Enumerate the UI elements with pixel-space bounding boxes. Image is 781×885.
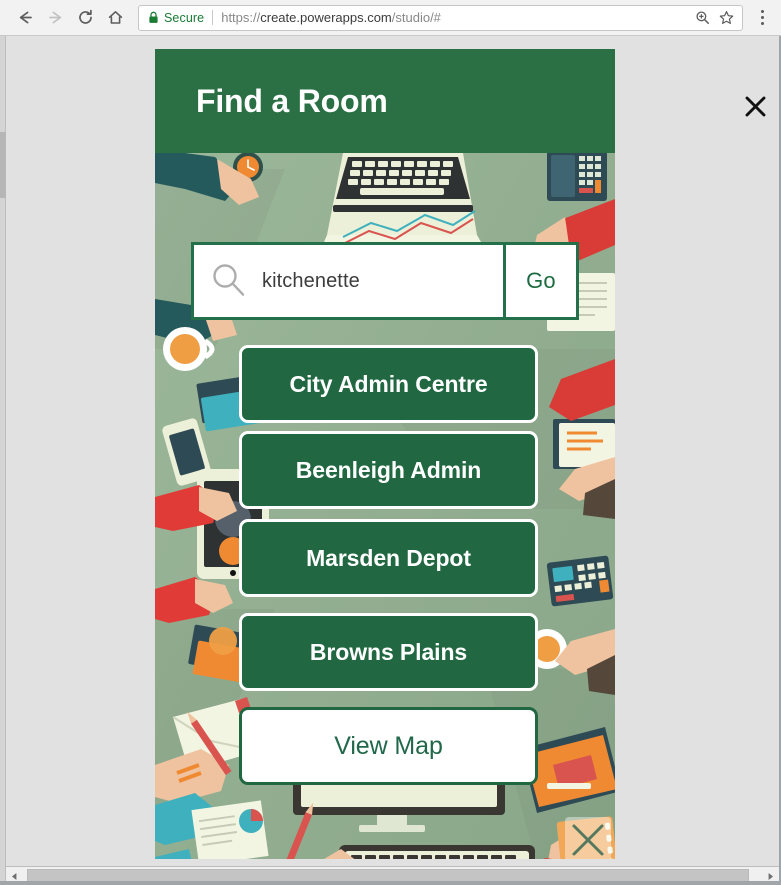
view-map-button-label: View Map <box>334 731 443 760</box>
location-button-label: City Admin Centre <box>289 370 488 397</box>
reload-button[interactable] <box>70 3 100 33</box>
browser-window: Secure https://create.powerapps.com/stud… <box>0 0 781 885</box>
location-button-label: Marsden Depot <box>306 544 471 571</box>
x-watermark-icon <box>565 817 611 859</box>
url-host: create.powerapps.com <box>260 10 392 25</box>
go-button[interactable]: Go <box>503 242 579 320</box>
page-title: Find a Room <box>196 83 388 119</box>
location-button-beenleigh-admin[interactable]: Beenleigh Admin <box>239 431 538 509</box>
lock-icon <box>148 11 159 24</box>
go-button-label: Go <box>526 268 556 293</box>
left-scrollbar-rail[interactable] <box>0 36 6 885</box>
browser-menu-button[interactable] <box>749 3 775 33</box>
left-scrollbar-thumb[interactable] <box>0 132 6 198</box>
forward-button[interactable] <box>40 3 70 33</box>
star-icon[interactable] <box>714 6 738 30</box>
location-button-browns-plains[interactable]: Browns Plains <box>239 613 538 691</box>
back-arrow-icon <box>16 8 35 27</box>
location-button-city-admin-centre[interactable]: City Admin Centre <box>239 345 538 423</box>
search-icon <box>210 262 248 300</box>
url-scheme: https:// <box>221 10 261 25</box>
app-preview-canvas: Find a Room kitchenette Go City Admin Ce… <box>155 49 615 859</box>
zoom-in-icon[interactable] <box>690 6 714 30</box>
address-bar[interactable]: Secure https://create.powerapps.com/stud… <box>138 4 743 31</box>
vertical-dots-menu-icon <box>760 9 764 27</box>
home-icon <box>106 8 125 27</box>
omnibox-divider <box>212 10 214 25</box>
url-path: /studio/# <box>391 10 441 25</box>
page-viewport: Find a Room kitchenette Go City Admin Ce… <box>0 36 781 885</box>
url-text: https://create.powerapps.com/studio/# <box>221 10 690 25</box>
reload-icon <box>76 8 95 27</box>
home-button[interactable] <box>100 3 130 33</box>
location-button-marsden-depot[interactable]: Marsden Depot <box>239 519 538 597</box>
back-button[interactable] <box>10 3 40 33</box>
view-map-button[interactable]: View Map <box>239 707 538 785</box>
browser-toolbar: Secure https://create.powerapps.com/stud… <box>0 0 781 36</box>
search-input-value: kitchenette <box>262 269 360 292</box>
secure-label: Secure <box>164 10 205 25</box>
search-input[interactable]: kitchenette <box>191 242 503 320</box>
search-row: kitchenette Go <box>191 242 579 320</box>
forward-arrow-icon <box>46 8 65 27</box>
close-button[interactable] <box>737 88 773 124</box>
close-icon <box>743 94 768 119</box>
omnibox-actions <box>690 6 738 30</box>
location-button-label: Browns Plains <box>309 638 468 665</box>
window-bottom-edge <box>0 881 781 885</box>
location-button-label: Beenleigh Admin <box>295 456 482 483</box>
app-header: Find a Room <box>155 49 615 153</box>
